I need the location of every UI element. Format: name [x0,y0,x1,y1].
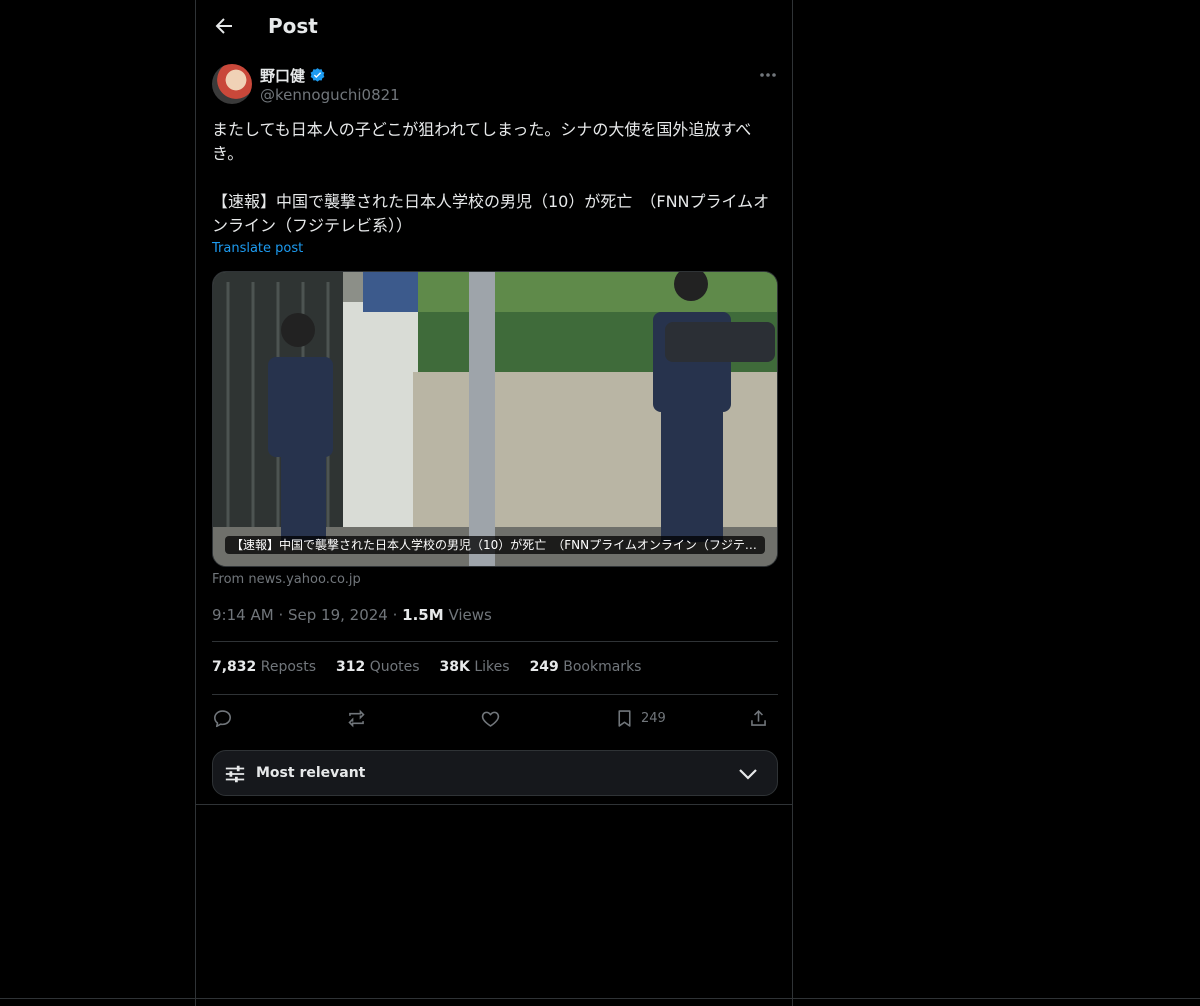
bookmarks-label: Bookmarks [563,659,642,675]
card-image [213,272,777,566]
like-button[interactable] [480,708,501,729]
likes-label: Likes [474,659,510,675]
reposts-label: Reposts [260,659,316,675]
like-icon [481,711,500,727]
likes-count: 38K [439,659,470,675]
post-time[interactable]: 9:14 AM [212,606,274,624]
back-arrow-icon[interactable] [212,14,236,38]
author-name[interactable]: 野口健 [260,65,305,86]
repost-icon [348,709,365,728]
post-meta: 9:14 AM · Sep 19, 2024 · 1.5M Views [212,606,492,624]
quotes-count: 312 [336,659,366,675]
bookmarks-stat[interactable]: 249 Bookmarks [530,659,642,675]
post-detail-column: Post 野口健 @kennoguchi0821 またしても日本人の子どこが狙わ… [195,0,793,1006]
share-button[interactable] [748,708,769,729]
repost-button[interactable] [346,708,367,729]
post-header: Post [196,0,792,53]
bookmarks-count: 249 [529,659,559,675]
author-handle[interactable]: @kennoguchi0821 [260,86,400,104]
reposts-count: 7,832 [212,659,257,675]
page-title: Post [268,14,318,38]
card-source[interactable]: From news.yahoo.co.jp [212,572,361,587]
link-card[interactable]: 【速報】中国で襲撃された日本人学校の男児（10）が死亡 （FNNプライムオンライ… [212,271,778,567]
reply-sort-dropdown[interactable]: Most relevant [212,750,778,796]
quotes-label: Quotes [369,659,420,675]
bookmark-icon [618,710,631,727]
bookmark-button[interactable]: 249 [614,708,666,729]
post-date[interactable]: Sep 19, 2024 [288,606,388,624]
quotes-stat[interactable]: 312 Quotes [336,659,420,675]
card-caption: 【速報】中国で襲撃された日本人学校の男児（10）が死亡 （FNNプライムオンライ… [225,536,765,554]
reply-button[interactable] [212,708,233,729]
views-label: Views [448,606,492,624]
likes-stat[interactable]: 38K Likes [440,659,510,675]
divider [196,804,792,805]
views-count: 1.5M [402,606,444,624]
post-text: またしても日本人の子どこが狙われてしまった。シナの大使を国外追放すべき。 【速報… [212,120,770,235]
divider [212,641,778,642]
verified-badge-icon [309,67,326,84]
filter-icon [225,765,245,783]
reposts-stat[interactable]: 7,832 Reposts [212,659,316,675]
divider [212,694,778,695]
share-icon [751,709,766,726]
sort-label: Most relevant [256,765,366,781]
action-bar: 249 [212,706,778,734]
chevron-down-icon [739,769,757,780]
avatar[interactable] [212,64,252,104]
more-icon[interactable] [756,66,780,84]
translate-post-link[interactable]: Translate post [212,241,303,256]
bookmark-count: 249 [641,711,666,726]
reply-icon [214,710,231,728]
engagement-stats: 7,832 Reposts 312 Quotes 38K Likes 249 B… [212,659,641,675]
